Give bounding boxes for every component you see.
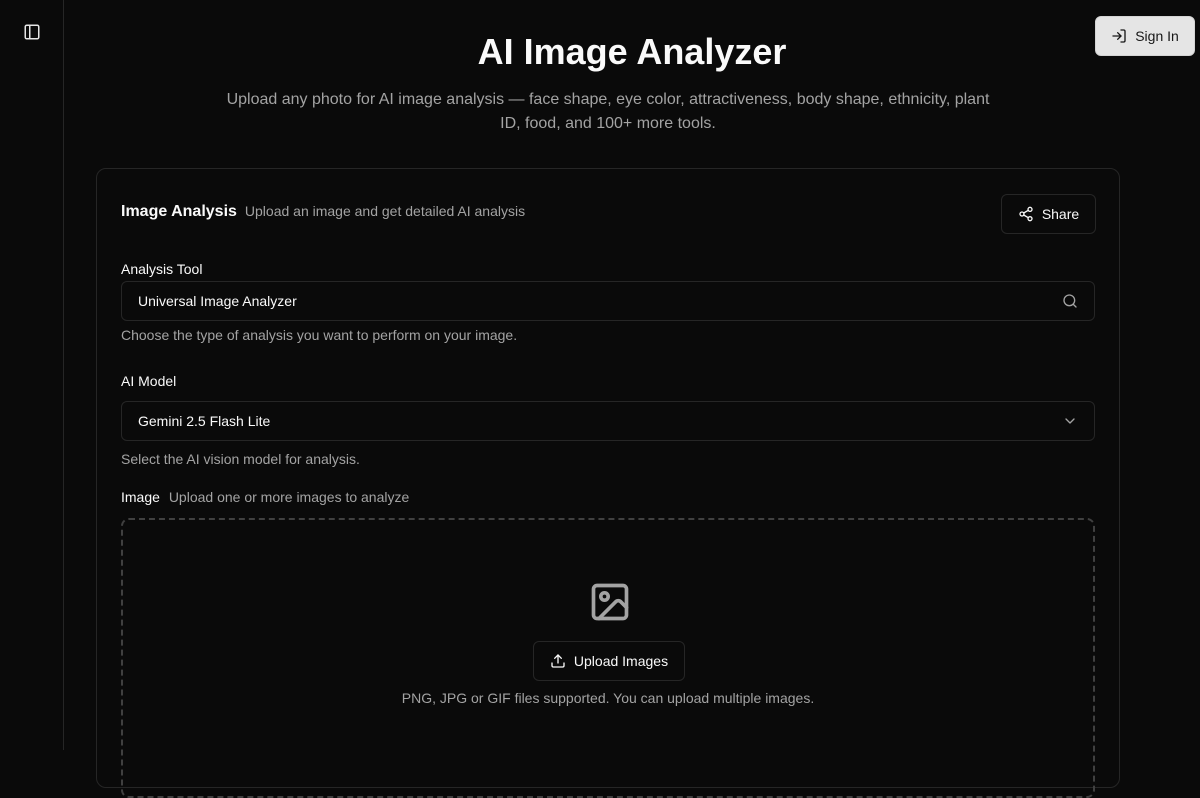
card-title: Image Analysis — [121, 203, 237, 220]
image-icon — [588, 580, 632, 624]
analysis-tool-label: Analysis Tool — [121, 261, 203, 277]
panel-left-icon — [24, 24, 40, 40]
card-description: Upload an image and get detailed AI anal… — [244, 203, 526, 219]
share-icon — [1019, 206, 1033, 222]
ai-model-selected-value: Gemini 2.5 Flash Lite — [138, 413, 271, 429]
image-dropzone[interactable]: Upload Images PNG, JPG or GIF files supp… — [121, 518, 1095, 798]
upload-images-button[interactable]: Upload Images — [533, 641, 685, 681]
ai-model-help: Select the AI vision model for analysis. — [121, 451, 360, 467]
page-subtitle: Upload any photo for AI image analysis —… — [226, 91, 990, 132]
ai-model-label: AI Model — [121, 373, 177, 389]
page-title: AI Image Analyzer — [477, 31, 787, 72]
image-label: Image — [121, 489, 160, 505]
analysis-card: Image Analysis Upload an image and get d… — [96, 168, 1120, 798]
analysis-tool-field[interactable] — [121, 281, 1095, 321]
dropzone-hint: PNG, JPG or GIF files supported. You can… — [401, 690, 815, 706]
upload-images-label: Upload Images — [573, 653, 669, 669]
image-description: Upload one or more images to analyze — [168, 489, 410, 505]
sidebar-toggle-button[interactable] — [16, 16, 48, 48]
ai-model-select[interactable]: Gemini 2.5 Flash Lite — [121, 401, 1095, 441]
share-label: Share — [1041, 206, 1080, 222]
chevron-down-icon — [1062, 413, 1078, 429]
card-header: Image Analysis Upload an image and get d… — [121, 203, 525, 221]
sidebar — [0, 0, 64, 750]
share-button[interactable]: Share — [1001, 194, 1096, 234]
analysis-tool-input[interactable] — [138, 293, 1038, 309]
upload-icon — [551, 654, 565, 668]
search-icon — [1062, 293, 1078, 309]
analysis-tool-help: Choose the type of analysis you want to … — [121, 327, 518, 343]
image-label-row: Image Upload one or more images to analy… — [121, 489, 409, 505]
